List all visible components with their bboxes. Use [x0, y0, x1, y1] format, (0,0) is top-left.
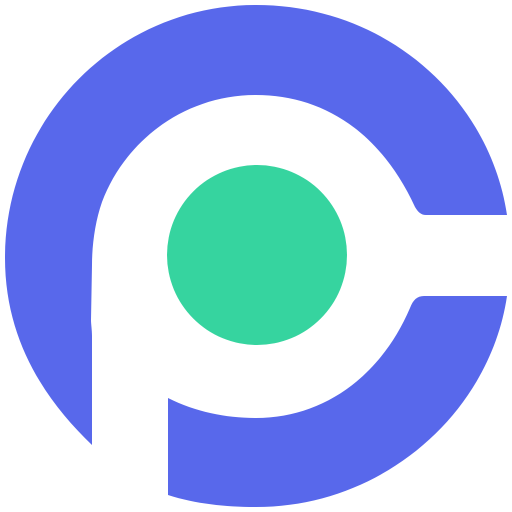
p-letter-logo-icon [5, 5, 507, 507]
logo-center-dot [167, 165, 347, 345]
logo [0, 0, 512, 512]
